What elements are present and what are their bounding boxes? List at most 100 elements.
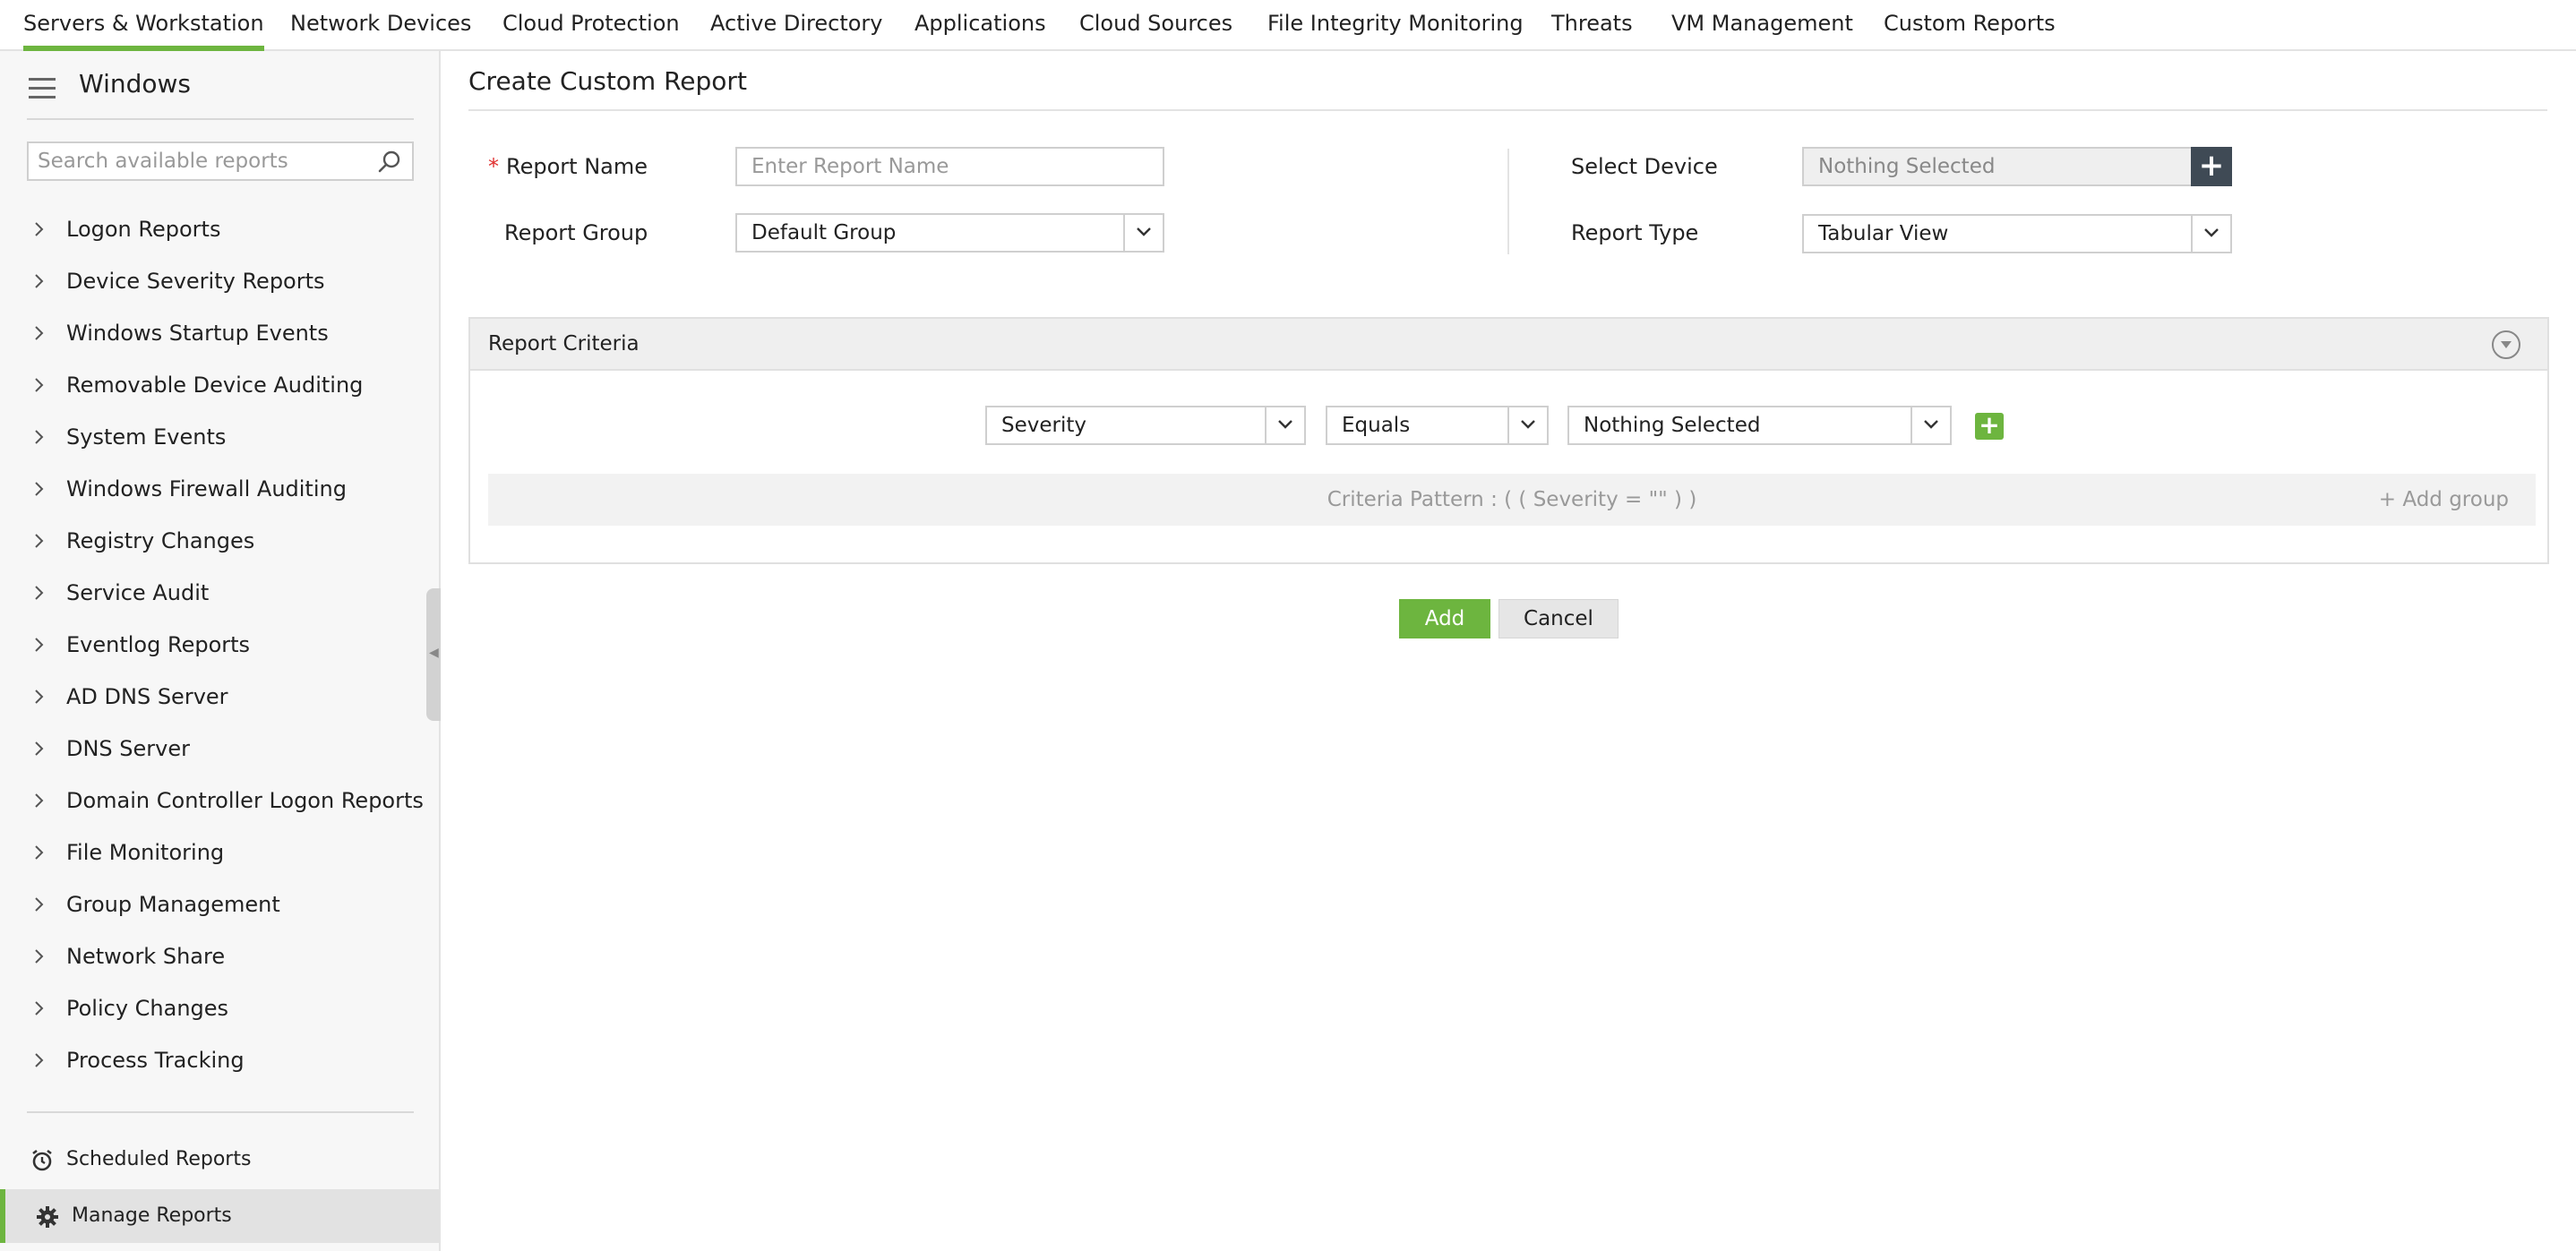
criteria-field-select[interactable]: Severity — [985, 406, 1306, 445]
select-device-label: Select Device — [1571, 154, 1718, 179]
report-name-label-text: Report Name — [506, 154, 648, 179]
report-criteria-header[interactable]: Report Criteria — [470, 319, 2547, 371]
sidebar-item-windows-firewall-auditing[interactable]: Windows Firewall Auditing — [0, 463, 439, 515]
chevron-right-icon — [35, 586, 44, 600]
chevron-right-icon — [35, 534, 44, 548]
tab-custom-reports[interactable]: Custom Reports — [1884, 0, 2056, 51]
sidebar-item-eventlog-reports[interactable]: Eventlog Reports — [0, 619, 439, 671]
chevron-right-icon — [35, 378, 44, 392]
dropdown-toggle[interactable] — [2191, 216, 2230, 252]
report-search — [27, 141, 414, 181]
scheduled-reports-label: Scheduled Reports — [66, 1148, 252, 1170]
add-group-link[interactable]: + Add group — [2379, 474, 2509, 526]
chevron-right-icon — [35, 793, 44, 808]
sidebar-item-file-monitoring[interactable]: File Monitoring — [0, 827, 439, 878]
sidebar: Windows Logon Reports Device Severity Re… — [0, 51, 441, 1251]
sidebar-item-dns-server[interactable]: DNS Server — [0, 723, 439, 775]
sidebar-item-label: Eventlog Reports — [66, 632, 251, 657]
page-title: Create Custom Report — [468, 66, 747, 96]
search-input[interactable] — [29, 143, 360, 179]
tab-file-integrity-monitoring[interactable]: File Integrity Monitoring — [1267, 0, 1524, 51]
report-name-input[interactable] — [737, 149, 1163, 184]
top-navigation: Servers & Workstation Network Devices Cl… — [0, 0, 2576, 51]
criteria-value-select[interactable]: Nothing Selected — [1567, 406, 1952, 445]
tab-threats[interactable]: Threats — [1551, 0, 1633, 51]
select-device-field[interactable]: Nothing Selected + — [1802, 147, 2232, 186]
report-type-select[interactable]: Tabular View — [1802, 214, 2232, 253]
criteria-operator-value: Equals — [1342, 414, 1411, 437]
chevron-right-icon — [35, 1053, 44, 1067]
sidebar-item-logon-reports[interactable]: Logon Reports — [0, 203, 439, 255]
manage-reports-link[interactable]: Manage Reports — [0, 1189, 439, 1243]
sidebar-item-label: Process Tracking — [66, 1048, 245, 1073]
sidebar-item-group-management[interactable]: Group Management — [0, 878, 439, 930]
sidebar-item-label: Device Severity Reports — [66, 269, 325, 294]
add-device-button[interactable]: + — [2191, 147, 2232, 186]
add-criteria-button[interactable]: + — [1975, 413, 2004, 440]
sidebar-item-device-severity-reports[interactable]: Device Severity Reports — [0, 255, 439, 307]
tab-cloud-protection[interactable]: Cloud Protection — [502, 0, 680, 51]
dropdown-toggle[interactable] — [1123, 215, 1163, 251]
tab-active-directory[interactable]: Active Directory — [710, 0, 882, 51]
sidebar-item-label: AD DNS Server — [66, 684, 228, 709]
sidebar-item-windows-startup-events[interactable]: Windows Startup Events — [0, 307, 439, 359]
divider — [468, 109, 2547, 111]
scheduled-reports-link[interactable]: Scheduled Reports — [0, 1133, 439, 1187]
chevron-right-icon — [35, 638, 44, 652]
dropdown-toggle[interactable] — [1911, 407, 1950, 443]
chevron-right-icon — [35, 1001, 44, 1015]
sidebar-item-system-events[interactable]: System Events — [0, 411, 439, 463]
plus-icon: + — [2378, 488, 2403, 511]
tab-cloud-sources[interactable]: Cloud Sources — [1079, 0, 1232, 51]
sidebar-item-label: Policy Changes — [66, 996, 229, 1021]
sidebar-item-label: Service Audit — [66, 580, 210, 605]
sidebar-item-domain-controller-logon-reports[interactable]: Domain Controller Logon Reports — [0, 775, 439, 827]
chevron-right-icon — [35, 482, 44, 496]
dropdown-toggle[interactable] — [1265, 407, 1304, 443]
report-criteria-title: Report Criteria — [488, 332, 640, 356]
report-group-select[interactable]: Default Group — [735, 213, 1164, 253]
sidebar-item-registry-changes[interactable]: Registry Changes — [0, 515, 439, 567]
tab-applications[interactable]: Applications — [914, 0, 1046, 51]
sidebar-item-policy-changes[interactable]: Policy Changes — [0, 982, 439, 1034]
tab-servers-workstation[interactable]: Servers & Workstation — [23, 0, 264, 51]
search-icon[interactable] — [378, 150, 401, 174]
required-asterisk: * — [488, 154, 499, 179]
chevron-down-icon — [2204, 228, 2219, 237]
tab-vm-management[interactable]: VM Management — [1671, 0, 1853, 51]
sidebar-item-label: DNS Server — [66, 736, 190, 761]
sidebar-item-label: Group Management — [66, 892, 280, 917]
chevron-right-icon — [35, 274, 44, 288]
manage-reports-label: Manage Reports — [72, 1204, 232, 1227]
sidebar-item-service-audit[interactable]: Service Audit — [0, 567, 439, 619]
criteria-operator-select[interactable]: Equals — [1326, 406, 1549, 445]
sidebar-collapse-handle[interactable]: ◀ — [426, 588, 441, 721]
sidebar-item-ad-dns-server[interactable]: AD DNS Server — [0, 671, 439, 723]
chevron-right-icon — [35, 690, 44, 704]
chevron-down-icon — [1278, 420, 1292, 429]
hamburger-menu-icon[interactable] — [29, 78, 56, 99]
chevron-right-icon — [35, 741, 44, 756]
sidebar-item-label: Domain Controller Logon Reports — [66, 788, 424, 813]
chevron-down-icon — [1924, 420, 1938, 429]
chevron-down-icon — [1521, 420, 1535, 429]
divider — [27, 118, 414, 120]
add-button[interactable]: Add — [1399, 599, 1490, 638]
criteria-pattern-text: Criteria Pattern : ( ( Severity = "" ) ) — [1327, 488, 1697, 511]
sidebar-item-network-share[interactable]: Network Share — [0, 930, 439, 982]
plus-icon: + — [2198, 148, 2225, 184]
tab-network-devices[interactable]: Network Devices — [290, 0, 471, 51]
dropdown-toggle[interactable] — [1507, 407, 1547, 443]
alarm-clock-icon — [32, 1149, 52, 1171]
collapse-toggle-icon[interactable] — [2492, 330, 2520, 359]
cancel-button[interactable]: Cancel — [1498, 599, 1619, 638]
sidebar-item-label: Registry Changes — [66, 528, 255, 553]
sidebar-item-process-tracking[interactable]: Process Tracking — [0, 1034, 439, 1086]
report-type-label: Report Type — [1571, 220, 1699, 245]
sidebar-item-removable-device-auditing[interactable]: Removable Device Auditing — [0, 359, 439, 411]
chevron-right-icon — [35, 949, 44, 964]
select-device-value: Nothing Selected — [1818, 155, 1996, 178]
chevron-down-icon — [1137, 227, 1151, 236]
chevron-right-icon — [35, 430, 44, 444]
gear-icon — [37, 1206, 58, 1228]
